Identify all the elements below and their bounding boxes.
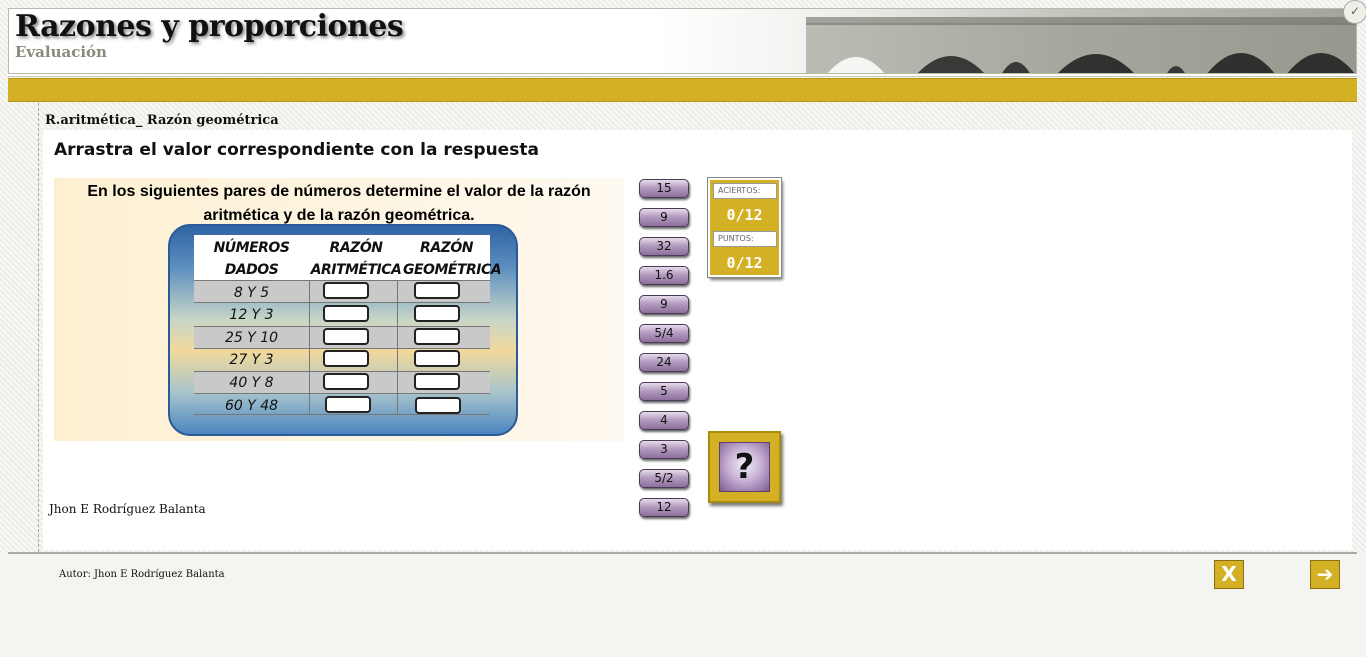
draggable-tile[interactable]: 12 (639, 498, 689, 517)
draggable-tile[interactable]: 9 (639, 208, 689, 227)
draggable-tile[interactable]: 4 (639, 411, 689, 430)
bridge-illustration (806, 17, 1356, 73)
header-divider (8, 74, 1357, 77)
instruction-text: Arrastra el valor correspondiente con la… (54, 140, 539, 160)
row-label: 12 Y 3 (229, 307, 274, 323)
row-label: 60 Y 48 (224, 398, 279, 414)
row-label: 40 Y 8 (229, 375, 274, 391)
draggable-tile[interactable]: 3 (639, 440, 689, 459)
drop-slot-aritmetica[interactable] (323, 373, 369, 390)
row-label: 27 Y 3 (229, 352, 274, 368)
close-button[interactable]: X (1214, 560, 1244, 589)
app-subtitle: Evaluación (15, 43, 107, 61)
section-title: R.aritmética_ Razón geométrica (45, 113, 279, 128)
row-label: 25 Y 10 (224, 330, 279, 346)
drop-slot-geometrica[interactable] (415, 397, 461, 414)
footer-divider (8, 552, 1357, 554)
drop-slot-geometrica[interactable] (414, 350, 460, 367)
aciertos-label: ACIERTOS: (713, 183, 777, 199)
author-inline: Jhon E Rodríguez Balanta (49, 502, 206, 516)
header-banner: Razones y proporciones Evaluación (8, 8, 1357, 74)
app-title: Razones y proporciones (15, 9, 404, 44)
left-dashed-rule (38, 103, 39, 552)
corner-check-icon[interactable]: ✓ (1343, 0, 1366, 24)
row-label: 8 Y 5 (233, 285, 270, 301)
gold-nav-bar (8, 78, 1357, 102)
column-divider (397, 280, 398, 415)
drop-slot-geometrica[interactable] (414, 282, 460, 299)
draggable-tile[interactable]: 32 (639, 237, 689, 256)
score-panel: ACIERTOS: 0/12 PUNTOS: 0/12 (707, 177, 782, 278)
exercise-question: En los siguientes pares de números deter… (87, 183, 591, 224)
question-mark-icon: ? (719, 442, 770, 492)
help-button[interactable]: ? (708, 431, 781, 503)
header-numeros: NÚMEROS DADOS (213, 240, 290, 278)
next-arrow-button[interactable]: ➔ (1310, 560, 1340, 589)
draggable-tile[interactable]: 5/4 (639, 324, 689, 343)
draggable-tile[interactable]: 5 (639, 382, 689, 401)
puntos-value: 0/12 (726, 254, 763, 272)
draggable-tile[interactable]: 15 (639, 179, 689, 198)
draggable-tile[interactable]: 1.6 (639, 266, 689, 285)
drop-slot-aritmetica[interactable] (323, 350, 369, 367)
draggable-tile[interactable]: 5/2 (639, 469, 689, 488)
header-razon-aritmetica: RAZÓN ARITMÉTICA (310, 240, 402, 278)
drop-slot-aritmetica[interactable] (323, 328, 369, 345)
footer-author: Autor: Jhon E Rodríguez Balanta (59, 569, 225, 580)
puntos-label: PUNTOS: (713, 231, 777, 247)
drop-slot-aritmetica[interactable] (323, 305, 369, 322)
draggable-tile[interactable]: 24 (639, 353, 689, 372)
drop-slot-geometrica[interactable] (414, 305, 460, 322)
header-razon-geometrica: RAZÓN GEOMÉTRICA (403, 240, 502, 278)
drop-slot-geometrica[interactable] (414, 373, 460, 390)
aciertos-value: 0/12 (726, 206, 763, 224)
drop-slot-geometrica[interactable] (414, 328, 460, 345)
drop-slot-aritmetica[interactable] (325, 396, 371, 413)
column-divider (309, 280, 310, 415)
draggable-tile[interactable]: 9 (639, 295, 689, 314)
drop-slot-aritmetica[interactable] (323, 282, 369, 299)
